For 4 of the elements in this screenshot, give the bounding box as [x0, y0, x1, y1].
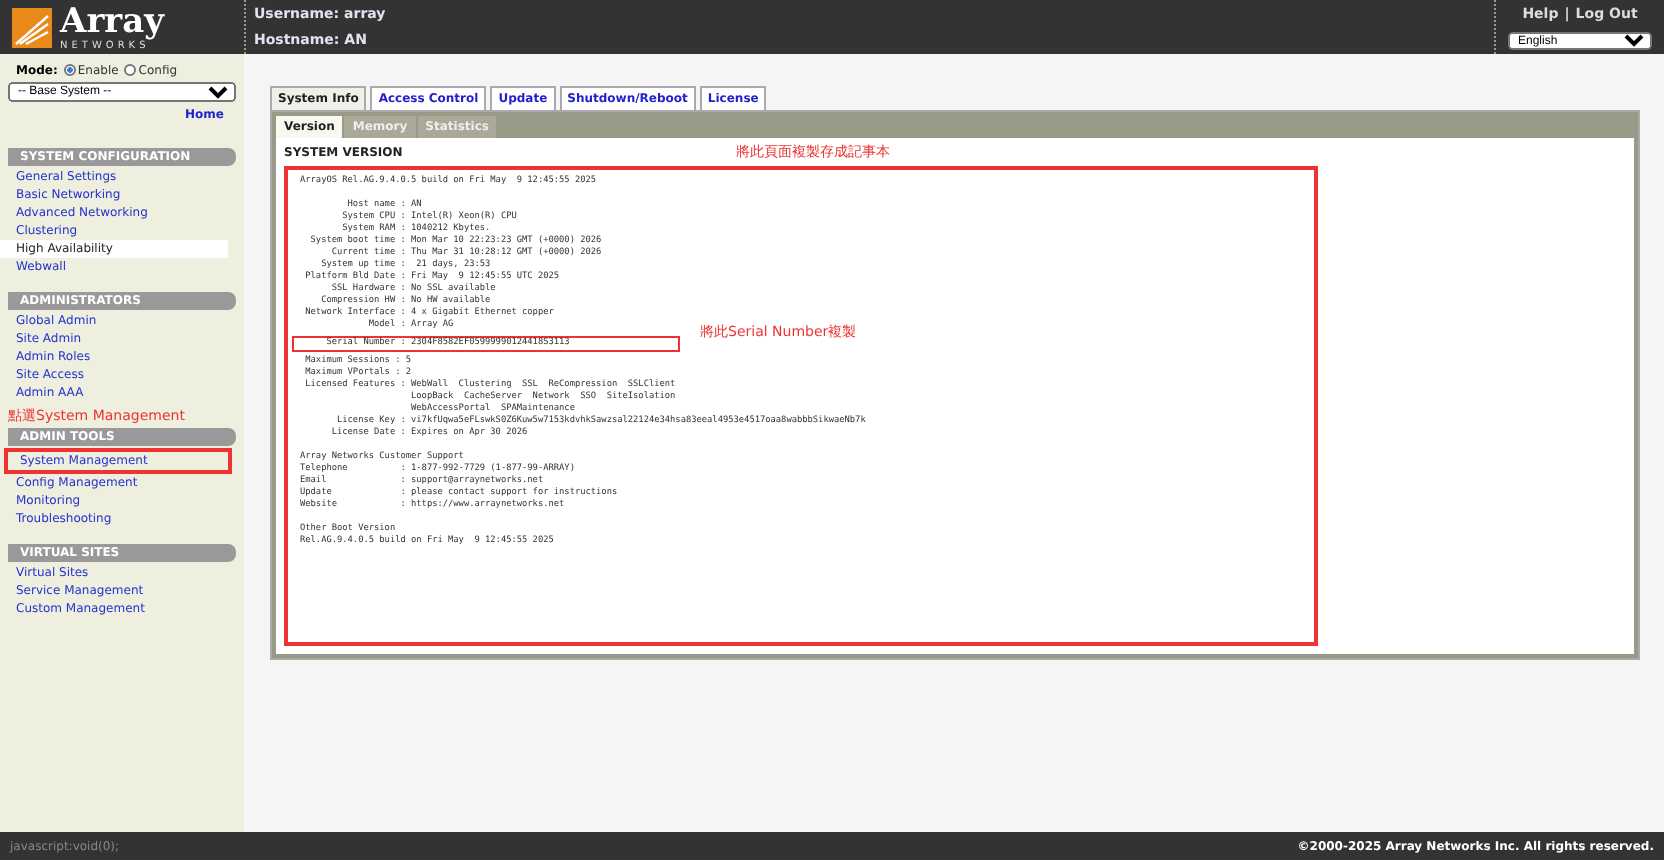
- radio-icon[interactable]: [63, 64, 76, 76]
- radio-icon[interactable]: [124, 64, 137, 76]
- logo-icon: [12, 7, 52, 47]
- logo-text: Array: [60, 2, 164, 42]
